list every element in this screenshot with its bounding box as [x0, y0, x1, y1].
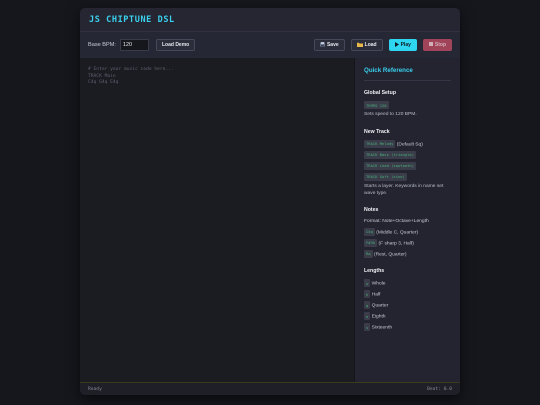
main-area: # Enter your music code here... TRACK Mai…	[80, 58, 460, 382]
code-snippet: F#3h	[364, 238, 378, 247]
editor-line: # Enter your music code here...	[88, 67, 174, 72]
load-button[interactable]: Load	[350, 39, 383, 51]
code-snippet: e	[364, 312, 371, 321]
section-title: Notes	[364, 207, 379, 214]
section-title: Global Setup	[364, 90, 396, 96]
stop-square-icon	[428, 42, 433, 48]
code-note: (Rest, Quarter)	[373, 252, 407, 258]
code-note: Whole	[371, 281, 386, 287]
play-label: Play	[400, 42, 411, 48]
stop-button[interactable]: Stop	[422, 39, 452, 51]
code-note: Quarter	[371, 303, 389, 309]
code-note: Eighth	[371, 314, 386, 320]
app-title: JS CHIPTUNE DSL	[89, 14, 175, 25]
editor-line: TRACK Main	[88, 73, 116, 79]
code-snippet: h	[364, 290, 371, 299]
section-description: Starts a layer. Keywords in name set wav…	[364, 183, 444, 196]
title-bar: JS CHIPTUNE DSL	[80, 8, 460, 32]
toolbar-actions: Save Load Play Stop	[313, 39, 452, 51]
global-setup-section: Global Setup TEMPO 120 Sets speed to 120…	[364, 90, 451, 119]
section-title: Lengths	[364, 268, 385, 275]
beat-counter: Beat: 0.0	[427, 386, 452, 392]
code-note: Half	[371, 292, 381, 298]
code-snippet: q	[364, 301, 371, 310]
code-snippet: C4q	[364, 227, 375, 236]
toolbar: Base BPM: Load Demo Save Load	[80, 32, 460, 59]
load-demo-button[interactable]: Load Demo	[155, 39, 196, 51]
code-note: (Default Sq)	[396, 142, 423, 148]
section-title: New Track	[364, 128, 390, 135]
app-window: JS CHIPTUNE DSL Base BPM: Load Demo Save…	[80, 8, 460, 395]
new-track-section: New Track TRACK Melody (Default Sq) TRAC…	[364, 129, 451, 198]
code-snippet: TRACK Bass (triangle)	[364, 150, 417, 159]
code-snippet: s	[364, 323, 371, 332]
save-label: Save	[326, 42, 339, 48]
code-snippet: w	[364, 279, 371, 288]
status-text: Ready	[88, 386, 102, 392]
code-note: Sixteenth	[371, 325, 393, 331]
save-button[interactable]: Save	[313, 39, 345, 51]
bpm-input[interactable]	[119, 39, 149, 51]
code-editor[interactable]: # Enter your music code here... TRACK Mai…	[80, 58, 354, 382]
code-note: (F sharp 3, Half)	[378, 241, 414, 247]
section-description: Sets speed to 120 BPM.	[364, 112, 417, 117]
folder-icon	[356, 42, 363, 49]
bpm-label: Base BPM:	[88, 42, 116, 48]
floppy-disk-icon	[320, 41, 325, 49]
code-snippet: TEMPO 120	[364, 101, 389, 109]
code-snippet: TRACK Soft (sine)	[364, 172, 407, 181]
play-button[interactable]: Play	[388, 39, 417, 51]
notes-section: Notes Format: Note+Octave+Length C4q (Mi…	[364, 207, 451, 258]
play-icon	[394, 41, 399, 49]
lengths-section: Lengths w Whole h Half q Quarter e Eight…	[364, 268, 451, 332]
quick-reference-panel: Quick Reference Global Setup TEMPO 120 S…	[354, 58, 460, 382]
load-label: Load	[364, 42, 377, 48]
quick-reference-title: Quick Reference	[364, 67, 451, 81]
code-snippet: TRACK Melody	[364, 139, 396, 148]
code-snippet: Rq	[364, 249, 373, 258]
notes-format: Format: Note+Octave+Length	[364, 219, 429, 225]
load-demo-label: Load Demo	[161, 42, 190, 48]
code-snippet: TRACK Lead (sawtooth)	[364, 161, 417, 170]
stop-label: Stop	[434, 42, 446, 48]
code-note: (Middle C, Quarter)	[376, 230, 419, 236]
editor-line: C4q G4q E4q	[88, 80, 119, 86]
status-bar: Ready Beat: 0.0	[80, 382, 460, 395]
